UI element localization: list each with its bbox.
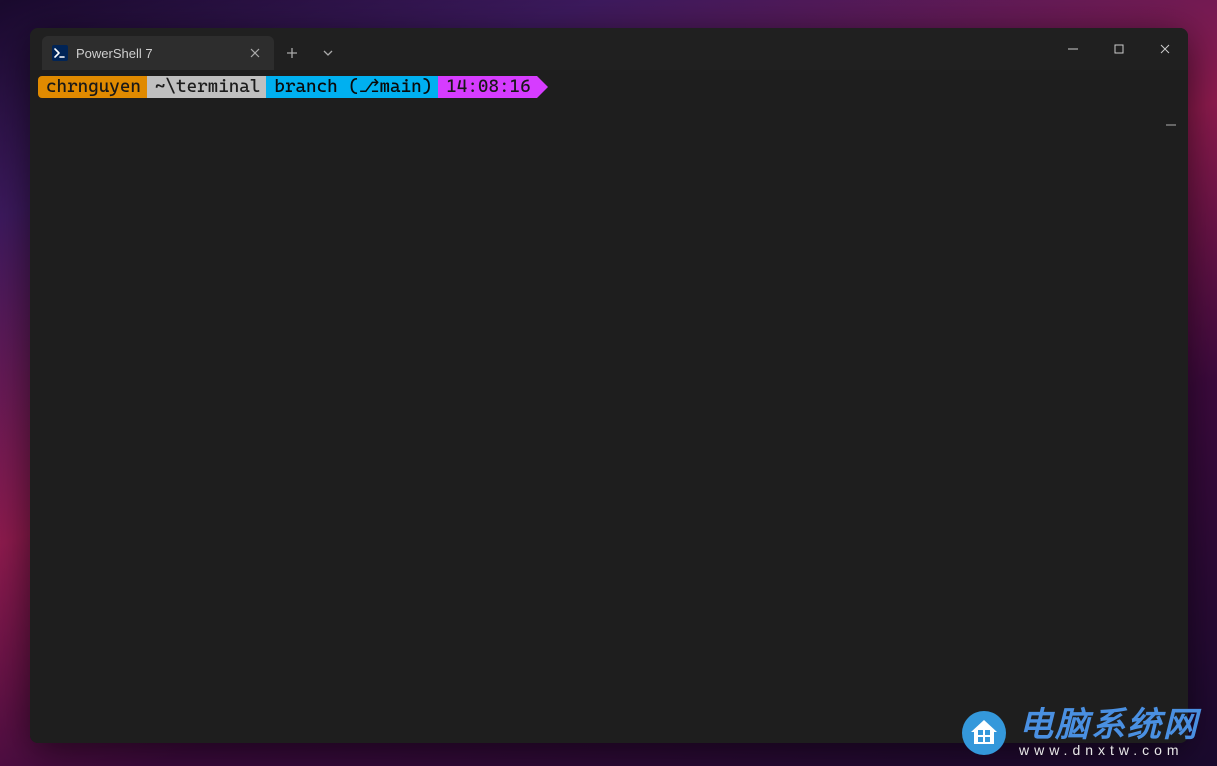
prompt-time-segment: 14:08:16 <box>438 76 536 98</box>
prompt-path-segment: ~\terminal <box>147 76 266 98</box>
watermark-house-icon <box>961 710 1007 756</box>
scrollbar[interactable] <box>1166 124 1176 126</box>
powershell-icon <box>52 45 68 61</box>
watermark-url: www.dnxtw.com <box>1019 743 1199 758</box>
new-tab-button[interactable] <box>274 36 310 70</box>
terminal-body[interactable]: chrnguyen ~\terminal branch (⎇main) 14:0… <box>30 70 1188 743</box>
watermark-title: 电脑系统网 <box>1019 708 1199 744</box>
titlebar-drag-area[interactable] <box>346 28 1050 70</box>
prompt-branch-segment: branch (⎇main) <box>266 76 438 98</box>
titlebar[interactable]: PowerShell 7 <box>30 28 1188 70</box>
tab-close-button[interactable] <box>246 44 264 62</box>
prompt-line: chrnguyen ~\terminal branch (⎇main) 14:0… <box>38 76 1180 98</box>
terminal-window: PowerShell 7 c <box>30 28 1188 743</box>
close-window-button[interactable] <box>1142 28 1188 70</box>
maximize-button[interactable] <box>1096 28 1142 70</box>
tab-title: PowerShell 7 <box>76 46 238 61</box>
prompt-user-segment: chrnguyen <box>38 76 147 98</box>
prompt-arrow-icon <box>537 76 548 98</box>
tab-dropdown-button[interactable] <box>310 36 346 70</box>
minimize-button[interactable] <box>1050 28 1096 70</box>
tab-powershell[interactable]: PowerShell 7 <box>42 36 274 70</box>
watermark: 电脑系统网 www.dnxtw.com <box>961 708 1199 758</box>
